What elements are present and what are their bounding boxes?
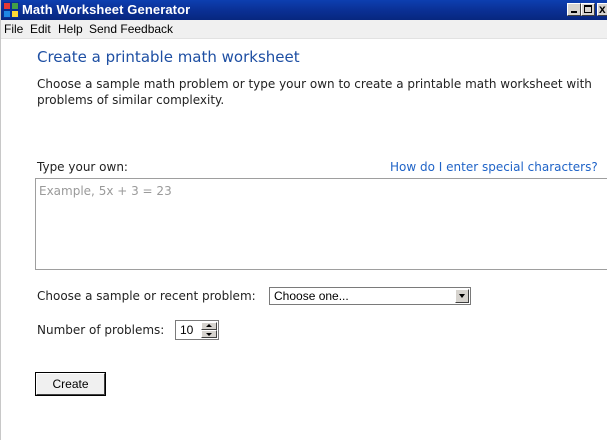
- sample-problem-select[interactable]: Choose one...: [269, 287, 471, 305]
- page-title: Create a printable math worksheet: [37, 48, 300, 66]
- chevron-down-icon: [459, 294, 465, 298]
- maximize-button[interactable]: [581, 3, 595, 16]
- minimize-button[interactable]: [567, 3, 581, 16]
- menu-file[interactable]: File: [4, 22, 23, 36]
- special-characters-help-link[interactable]: How do I enter special characters?: [390, 160, 598, 174]
- number-of-problems-value[interactable]: 10: [180, 323, 193, 337]
- app-window: Math Worksheet Generator x File Edit Hel…: [0, 0, 607, 440]
- menu-bar: File Edit Help Send Feedback: [1, 20, 607, 39]
- decrement-button[interactable]: [201, 330, 217, 338]
- stepper-buttons: [201, 322, 217, 338]
- minimize-icon: [571, 11, 577, 13]
- arrow-down-icon: [206, 333, 212, 336]
- page-description: Choose a sample math problem or type you…: [37, 77, 592, 107]
- arrow-up-icon: [206, 324, 212, 327]
- menu-help[interactable]: Help: [58, 22, 83, 36]
- app-icon: [3, 2, 19, 18]
- sample-problem-label: Choose a sample or recent problem:: [37, 289, 256, 303]
- close-icon: x: [599, 2, 606, 16]
- number-of-problems-stepper[interactable]: 10: [175, 320, 219, 340]
- menu-send-feedback[interactable]: Send Feedback: [89, 22, 173, 36]
- title-bar[interactable]: Math Worksheet Generator x: [1, 0, 607, 20]
- maximize-icon: [584, 5, 592, 13]
- dropdown-button[interactable]: [455, 289, 469, 303]
- problem-input[interactable]: [35, 178, 607, 270]
- create-button[interactable]: Create: [35, 372, 106, 396]
- sample-problem-selected-value: Choose one...: [274, 289, 349, 303]
- type-own-label: Type your own:: [37, 160, 128, 174]
- number-of-problems-label: Number of problems:: [37, 323, 165, 337]
- menu-edit[interactable]: Edit: [30, 22, 51, 36]
- window-title: Math Worksheet Generator: [22, 2, 191, 17]
- close-button[interactable]: x: [597, 2, 607, 16]
- increment-button[interactable]: [201, 322, 217, 330]
